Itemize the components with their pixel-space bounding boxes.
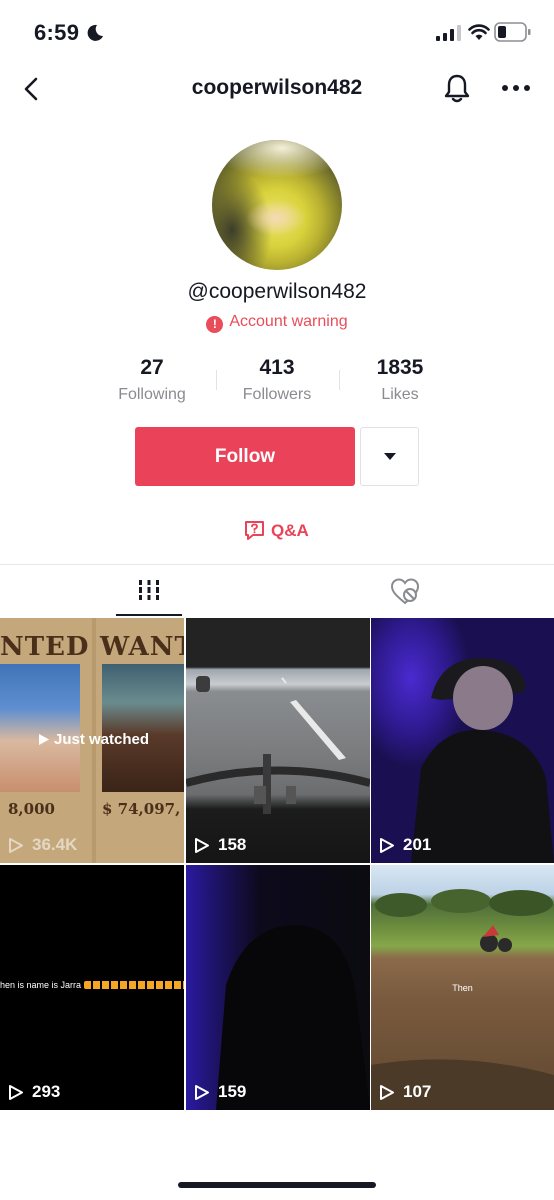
warning-icon: ! [206, 316, 224, 333]
qa-label: Q&A [271, 521, 309, 540]
view-count-value: 201 [403, 835, 432, 854]
view-count: 158 [194, 835, 246, 855]
battery-icon [494, 22, 531, 42]
view-count-value: 158 [218, 835, 247, 854]
avatar-image [212, 140, 342, 270]
stat-label: Likes [381, 386, 419, 403]
question-bubble-icon [245, 521, 264, 540]
nav-bar: cooperwilson482 [0, 60, 554, 116]
poster-currency: $ [102, 800, 113, 818]
view-count-value: 159 [218, 1082, 247, 1101]
just-watched-badge: Just watched [38, 731, 149, 748]
status-time: 6:59 [34, 20, 80, 45]
play-outline-icon [380, 1084, 394, 1100]
video-thumbnail-detail [411, 658, 554, 863]
stat-following[interactable]: 27 Following [92, 356, 212, 404]
account-warning[interactable]: ! Account warning [0, 313, 554, 333]
stat-likes[interactable]: 1835 Likes [340, 356, 460, 404]
view-count-value: 36.4K [32, 835, 78, 854]
follow-button[interactable]: Follow [135, 427, 355, 486]
tab-videos[interactable] [116, 570, 182, 616]
video-grid-icon [138, 580, 160, 600]
more-options-icon[interactable] [500, 74, 532, 102]
video-tile[interactable]: 159 [186, 865, 370, 1110]
view-count-value: 293 [32, 1082, 61, 1101]
moon-icon [87, 24, 103, 41]
play-outline-icon [195, 1084, 209, 1100]
play-outline-icon [9, 837, 23, 853]
view-count: 107 [379, 1082, 431, 1102]
cellular-signal-icon [436, 25, 461, 41]
just-watched-label: Just watched [54, 731, 150, 748]
profile-handle: @cooperwilson482 [187, 280, 367, 303]
poster-amount: $ 74,097, [102, 800, 180, 818]
stat-label: Followers [242, 386, 312, 403]
play-outline-icon [195, 837, 209, 853]
bell-icon[interactable] [442, 72, 472, 104]
poster-amount: 8,000 [8, 800, 55, 818]
poster-title: NTED [0, 632, 90, 662]
video-tile[interactable]: Then 107 [371, 865, 554, 1110]
video-thumbnail-detail [186, 676, 370, 814]
caret-down-icon [384, 453, 396, 460]
video-thumbnail-detail [216, 925, 370, 1110]
divider [0, 564, 554, 565]
poster-photo [102, 664, 184, 792]
stat-label: Following [118, 386, 186, 403]
stat-value: 27 [140, 356, 164, 379]
poster-photo [0, 664, 80, 792]
video-caption-text: hen is name is Jarra [0, 980, 82, 990]
stat-value: 413 [259, 356, 295, 379]
poster-amount-value: 74,097, [117, 800, 181, 818]
view-count: 293 [8, 1082, 60, 1102]
view-count: 201 [379, 835, 431, 855]
play-filled-icon [39, 734, 49, 745]
video-caption: hen is name is Jarra [0, 980, 184, 990]
emoji-row [84, 981, 184, 989]
stat-value: 1835 [376, 356, 424, 379]
video-tile[interactable]: 201 [371, 618, 554, 863]
play-outline-icon [380, 837, 394, 853]
account-warning-label: Account warning [229, 313, 348, 330]
view-count-value: 107 [403, 1082, 432, 1101]
video-tile[interactable]: NTED 8,000 WANT $ 74,097, Just watched 3… [0, 618, 184, 863]
stat-followers[interactable]: 413 Followers [217, 356, 337, 404]
video-tile[interactable]: hen is name is Jarra 293 [0, 865, 184, 1110]
view-count: 159 [194, 1082, 246, 1102]
avatar[interactable] [212, 140, 342, 270]
poster-title: WANT [100, 632, 184, 662]
liked-videos-hidden-icon[interactable] [388, 575, 422, 607]
status-bar: 6:59 [0, 0, 554, 64]
active-tab-indicator [116, 614, 182, 616]
video-tile[interactable]: 158 [186, 618, 370, 863]
home-indicator[interactable] [178, 1182, 376, 1188]
video-grid: NTED 8,000 WANT $ 74,097, Just watched 3… [0, 618, 554, 1110]
suggested-accounts-dropdown-button[interactable] [360, 427, 419, 486]
profile-stats: 27 Following 413 Followers 1835 Likes [92, 356, 462, 412]
play-outline-icon [9, 1084, 23, 1100]
video-caption: Then [452, 983, 473, 993]
view-count: 36.4K [8, 835, 77, 855]
wifi-icon [468, 24, 490, 40]
